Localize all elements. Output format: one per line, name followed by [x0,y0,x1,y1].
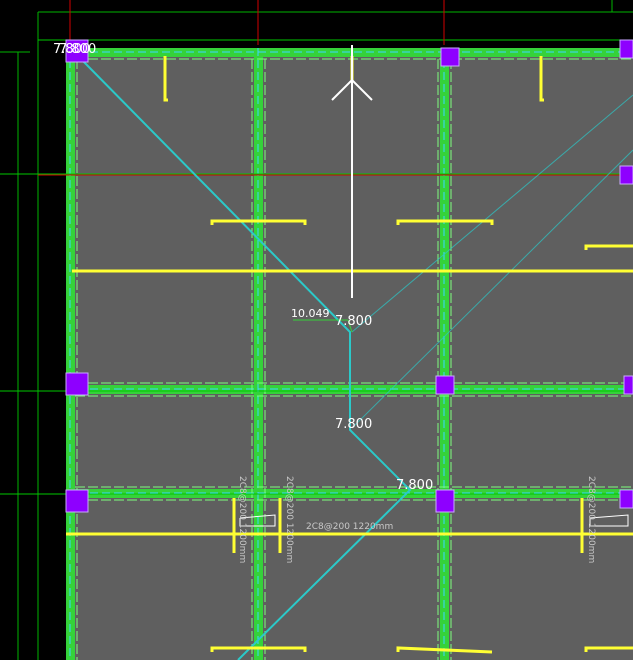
column-square-icon [619,39,633,59]
column-square-icon [623,375,633,395]
rebar-label-horizontal: 2C8@200 1220mm [306,522,393,532]
column-square-icon [440,47,460,67]
column-square-icon [619,165,633,185]
rebar-label-vertical-3: 2C8@200 1200mm [586,476,596,563]
elevation-corner-overlap: 7.800 [59,42,96,57]
measure-value: 10.049 [291,307,330,320]
cad-drawing-canvas[interactable]: 7.800 7.800 10.049 7.800 7.800 7.800 2C8… [0,0,633,660]
column-square-icon [435,489,455,513]
column-square-icon [435,375,455,395]
column-square-icon [65,489,89,513]
rebar-label-vertical-2: 2C8@200 1200mm [284,476,294,563]
elevation-center-lower: 7.800 [335,417,372,432]
rebar-label-vertical-1: 2C8@200 1200mm [237,476,247,563]
elevation-center-upper: 7.800 [335,314,372,329]
elevation-junction: 7.800 [396,478,433,493]
column-square-icon [619,489,633,509]
column-square-icon [65,372,89,396]
